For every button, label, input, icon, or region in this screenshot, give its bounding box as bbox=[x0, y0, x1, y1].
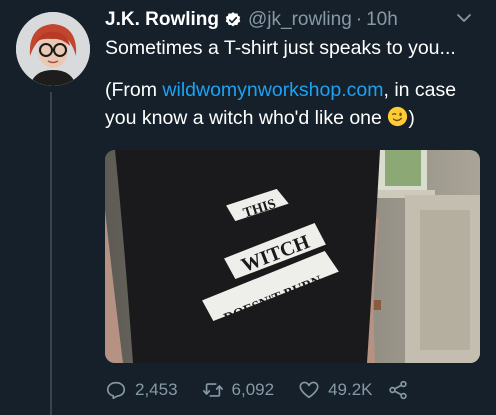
website-link[interactable]: wildwomynworkshop.com bbox=[162, 79, 383, 101]
avatar-portrait bbox=[16, 12, 90, 86]
retweet-count: 6,092 bbox=[231, 380, 275, 399]
like-button[interactable]: 49.2K bbox=[298, 379, 373, 401]
winking-face-icon bbox=[388, 106, 408, 127]
chevron-down-icon[interactable] bbox=[456, 10, 472, 26]
tshirt-photo: THIS WITCH DOESN'T BURN bbox=[105, 150, 480, 363]
author-name[interactable]: J.K. Rowling bbox=[105, 9, 219, 31]
tweet-actions: 2,453 6,092 49.2K bbox=[105, 376, 485, 404]
heart-icon bbox=[299, 381, 319, 399]
reply-icon bbox=[106, 381, 126, 400]
text-line3-end: ) bbox=[408, 107, 415, 129]
share-button[interactable] bbox=[387, 379, 409, 401]
reply-button[interactable]: 2,453 bbox=[105, 379, 178, 401]
tweet-header: J.K. Rowling @jk_rowling · 10h bbox=[105, 8, 486, 32]
retweet-icon bbox=[202, 383, 223, 397]
tweet-media-image[interactable]: THIS WITCH DOESN'T BURN bbox=[105, 150, 480, 363]
verified-badge-icon bbox=[225, 12, 241, 27]
thread-line bbox=[50, 92, 52, 415]
tweet-text: Sometimes a T-shirt just speaks to you..… bbox=[105, 34, 485, 132]
text-line3: you know a witch who'd like one bbox=[105, 107, 382, 129]
reply-count: 2,453 bbox=[135, 380, 178, 399]
text-prefix: (From bbox=[105, 79, 163, 101]
tweet-text-line2: (From wildwomynworkshop.com, in case bbox=[105, 76, 485, 104]
retweet-button[interactable]: 6,092 bbox=[202, 379, 275, 401]
time-separator: · bbox=[355, 9, 363, 30]
text-suffix: , in case bbox=[383, 79, 457, 101]
author-avatar[interactable] bbox=[16, 12, 90, 86]
tweet-text-line1: Sometimes a T-shirt just speaks to you..… bbox=[105, 37, 456, 59]
tweet-text-line3: you know a witch who'd like one ) bbox=[105, 104, 485, 132]
tweet-time[interactable]: 10h bbox=[366, 9, 398, 31]
like-count: 49.2K bbox=[328, 380, 373, 399]
share-icon bbox=[388, 380, 407, 400]
author-handle[interactable]: @jk_rowling bbox=[248, 9, 352, 31]
